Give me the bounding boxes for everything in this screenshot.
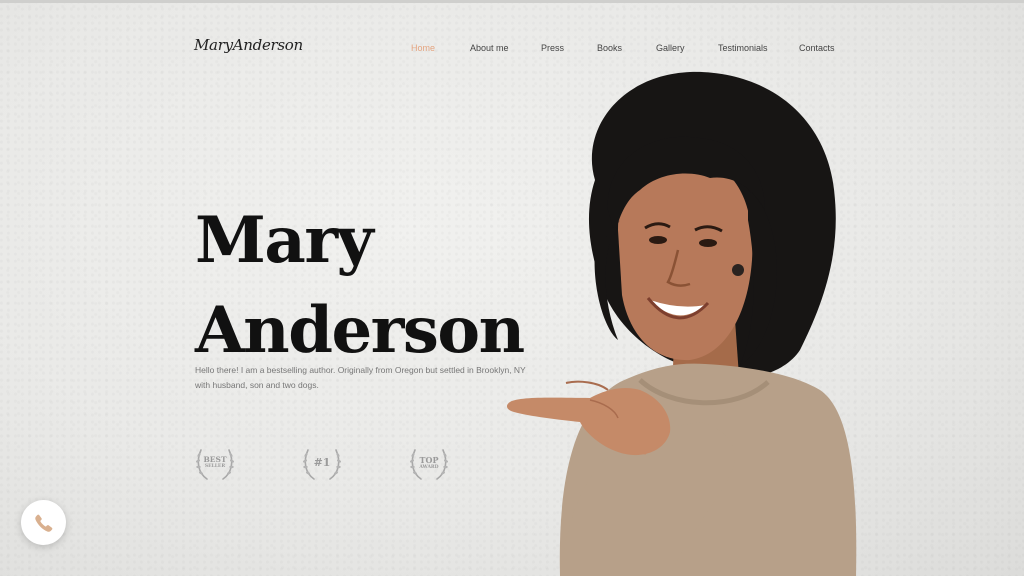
award-line1: BEST: [203, 455, 227, 464]
nav-press[interactable]: Press: [541, 43, 564, 53]
nav-gallery[interactable]: Gallery: [656, 43, 685, 53]
nav-contacts[interactable]: Contacts: [799, 43, 835, 53]
award-number-one: #1: [300, 441, 344, 485]
hero-intro: Hello there! I am a bestselling author. …: [195, 365, 526, 390]
phone-icon: [34, 514, 52, 532]
award-line2: AWARD: [419, 465, 439, 470]
award-top-award: TOP AWARD: [407, 441, 451, 485]
nav-books[interactable]: Books: [597, 43, 622, 53]
award-line1: TOP: [419, 455, 439, 465]
award-best-seller: BEST SELLER: [193, 441, 237, 485]
author-portrait: [506, 71, 857, 576]
call-button[interactable]: [21, 500, 66, 545]
award-line2: SELLER: [204, 464, 226, 469]
award-line1: #1: [313, 456, 331, 469]
nav-about-me[interactable]: About me: [470, 43, 509, 53]
nav-home[interactable]: Home: [411, 43, 435, 53]
main-nav: Home About me Press Books Gallery Testim…: [0, 43, 1024, 57]
top-edge: [0, 0, 1024, 3]
nav-testimonials[interactable]: Testimonials: [718, 43, 768, 53]
